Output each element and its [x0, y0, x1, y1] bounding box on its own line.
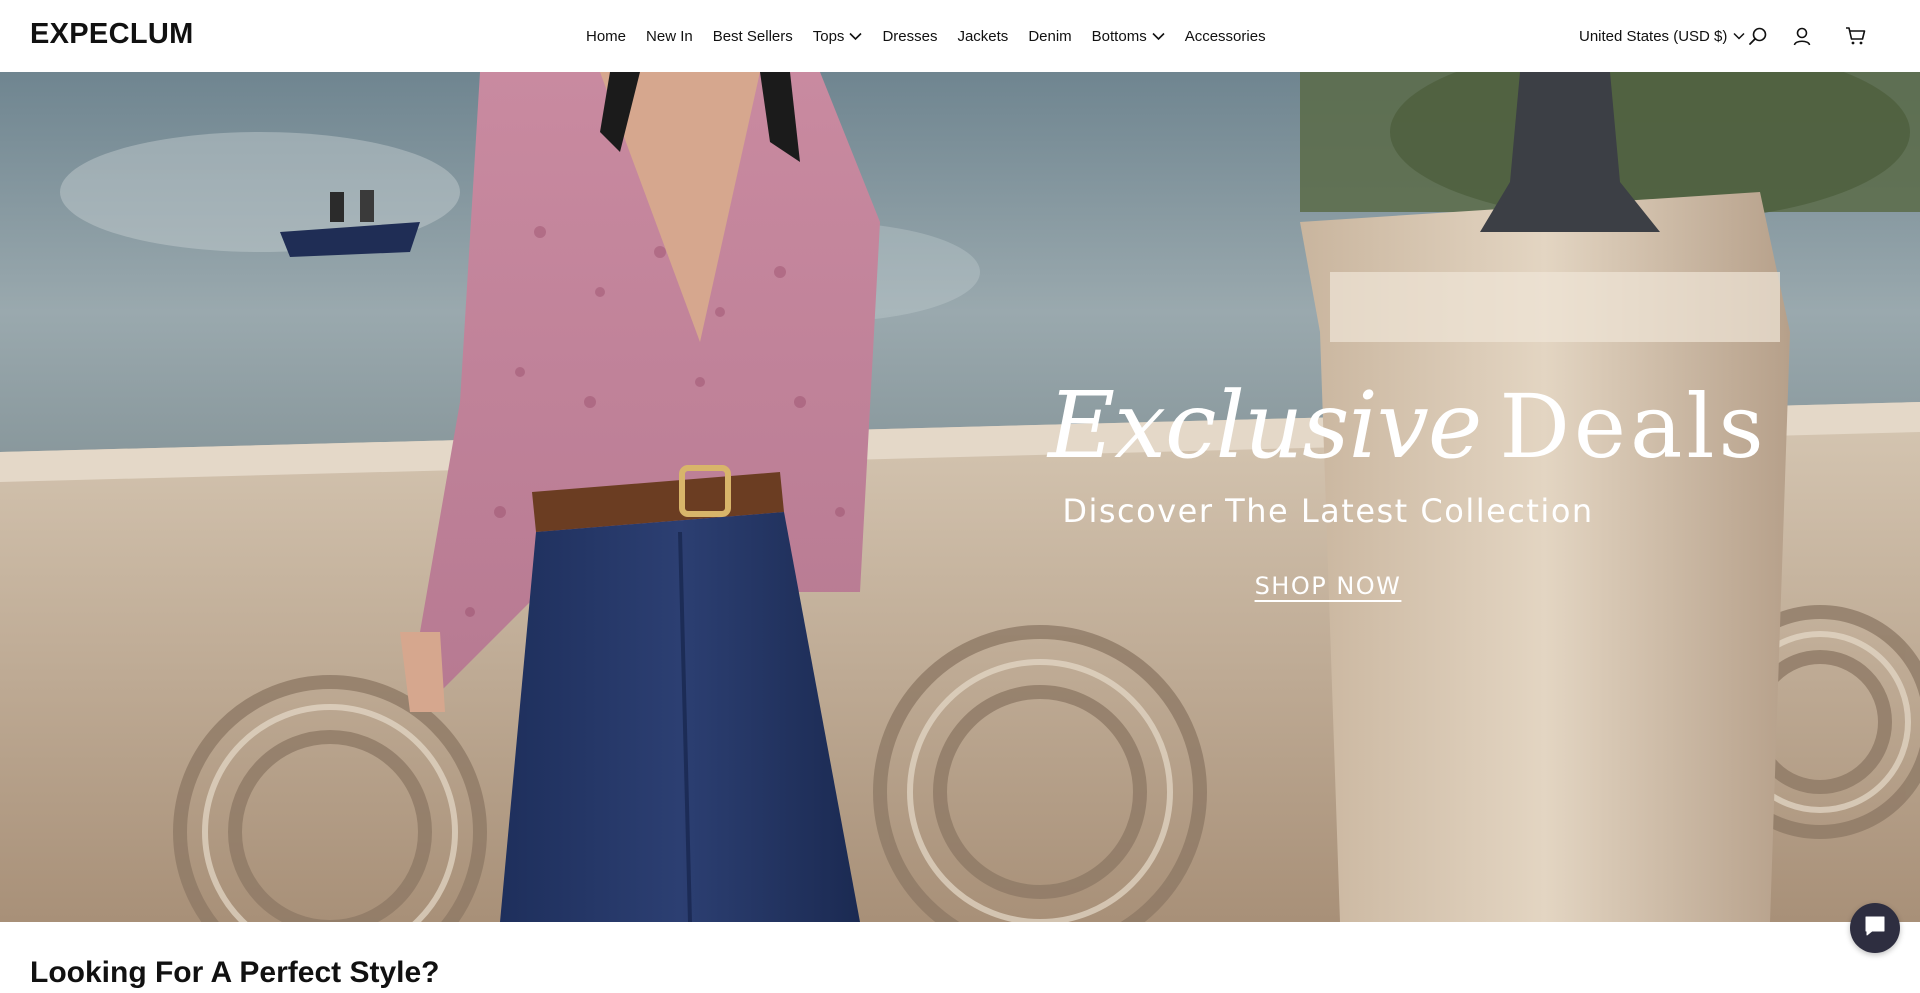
cart-icon[interactable]: [1844, 24, 1868, 48]
search-icon[interactable]: [1746, 24, 1770, 48]
nav-item-label: Tops: [812, 27, 845, 45]
nav-item-label: New In: [646, 27, 693, 45]
nav-item-tops[interactable]: Tops: [803, 0, 873, 72]
site-header: EXPECLUM Home New In Best Sellers Tops D…: [0, 0, 1920, 72]
nav-item-accessories[interactable]: Accessories: [1175, 0, 1276, 72]
nav-item-label: Jackets: [957, 27, 1009, 45]
chevron-down-icon: [1733, 32, 1745, 40]
nav-item-label: Accessories: [1184, 27, 1266, 45]
hero-title: Exclusive Deals: [1048, 372, 1764, 479]
hero-image: [0, 72, 1920, 922]
nav-item-denim[interactable]: Denim: [1018, 0, 1081, 72]
nav-item-label: Bottoms: [1091, 27, 1147, 45]
nav-item-bottoms[interactable]: Bottoms: [1082, 0, 1175, 72]
nav-item-label: Best Sellers: [712, 27, 793, 45]
brand-logo[interactable]: EXPECLUM: [30, 18, 194, 51]
nav-item-new-in[interactable]: New In: [636, 0, 703, 72]
section-title: Looking For A Perfect Style?: [30, 956, 440, 989]
account-icon[interactable]: [1790, 24, 1814, 48]
main-nav: Home New In Best Sellers Tops Dresses Ja…: [576, 0, 1276, 72]
hero-title-word-1: Exclusive: [1048, 372, 1482, 479]
nav-item-dresses[interactable]: Dresses: [872, 0, 947, 72]
chat-launcher[interactable]: [1850, 903, 1900, 953]
chevron-down-icon: [1152, 32, 1165, 41]
chevron-down-icon: [849, 32, 863, 41]
nav-item-jackets[interactable]: Jackets: [947, 0, 1018, 72]
nav-item-label: Home: [586, 27, 627, 45]
nav-item-label: Dresses: [882, 27, 938, 45]
hero-cta-wrap: SHOP NOW: [1048, 572, 1608, 600]
nav-item-home[interactable]: Home: [576, 0, 636, 72]
hero-subtitle: Discover The Latest Collection: [1062, 492, 1594, 530]
chat-icon: [1863, 914, 1887, 943]
hero-banner: Exclusive Deals Discover The Latest Colle…: [0, 72, 1920, 922]
nav-item-best-sellers[interactable]: Best Sellers: [703, 0, 803, 72]
shop-now-link[interactable]: SHOP NOW: [1255, 572, 1402, 600]
nav-item-label: Denim: [1028, 27, 1072, 45]
hero-title-word-2: Deals: [1499, 375, 1768, 478]
currency-selector[interactable]: United States (USD $): [1579, 0, 1745, 72]
currency-label: United States (USD $): [1579, 27, 1728, 45]
